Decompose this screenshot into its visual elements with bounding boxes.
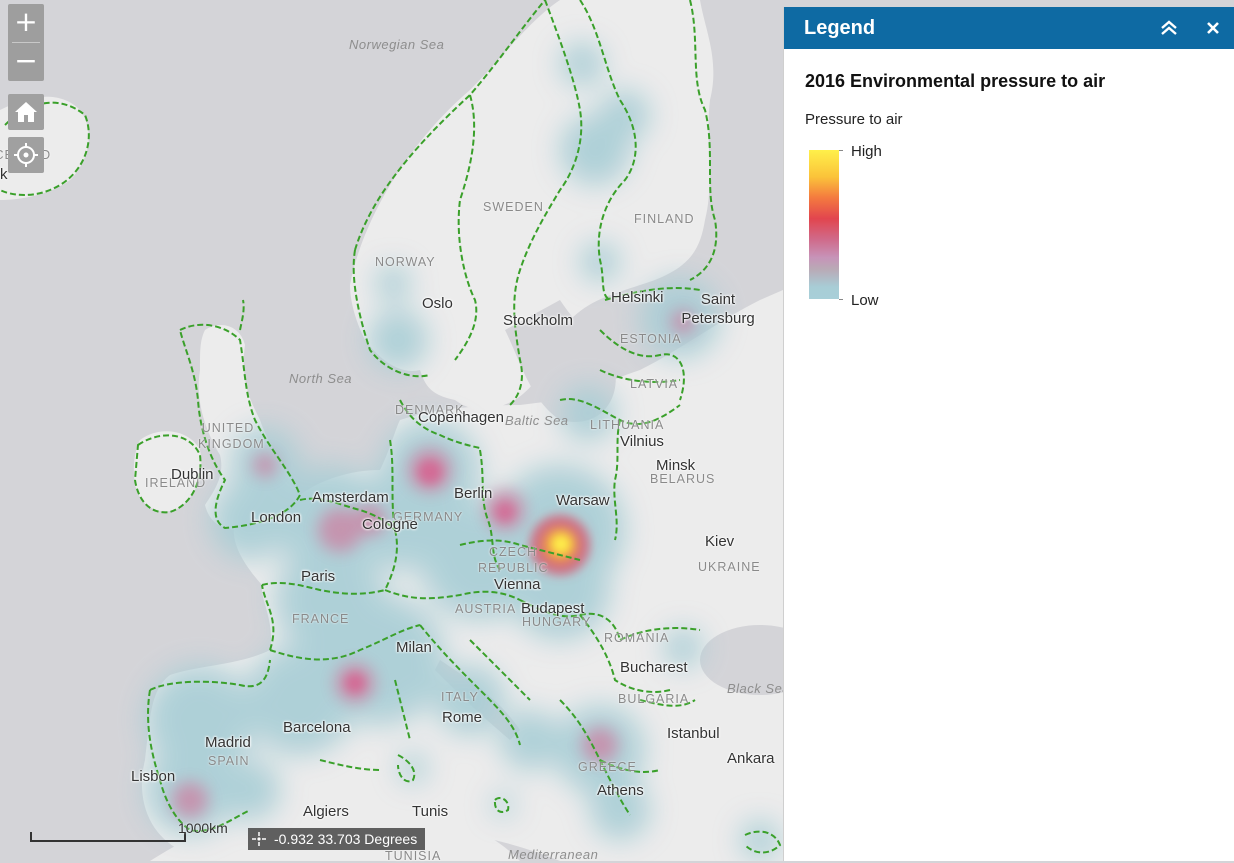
legend-color-ramp <box>809 150 839 299</box>
legend-field-label: Pressure to air <box>805 111 903 128</box>
crosshair-icon[interactable] <box>252 832 266 846</box>
legend-high-tick <box>839 150 843 151</box>
scale-bar-label: 1000km <box>178 820 228 836</box>
zoom-in-button[interactable]: + <box>8 4 44 42</box>
locate-button[interactable] <box>8 137 44 173</box>
home-icon <box>15 102 37 122</box>
coordinate-readout: -0.932 33.703 Degrees <box>248 828 426 850</box>
legend-header: Legend <box>784 7 1234 49</box>
legend-header-title: Legend <box>804 16 876 39</box>
land-turkey <box>650 710 783 802</box>
coordinate-text: -0.932 33.703 Degrees <box>274 831 418 847</box>
close-button[interactable] <box>1191 7 1234 49</box>
legend-panel: Legend 2016 Environmental pressure to ai… <box>783 7 1234 861</box>
scale-bar-line <box>30 832 186 842</box>
legend-high-label: High <box>851 143 882 160</box>
legend-low-label: Low <box>851 292 879 309</box>
close-icon <box>1207 22 1219 34</box>
scale-bar: 1000km <box>30 820 228 849</box>
home-button[interactable] <box>8 94 44 130</box>
zoom-control: + − <box>8 4 44 81</box>
legend-low-tick <box>839 299 843 300</box>
legend-layer-title: 2016 Environmental pressure to air <box>805 71 1106 91</box>
double-chevron-up-icon <box>1161 20 1177 35</box>
collapse-button[interactable] <box>1147 7 1191 49</box>
locate-icon <box>14 143 38 167</box>
zoom-out-button[interactable]: − <box>8 43 44 81</box>
